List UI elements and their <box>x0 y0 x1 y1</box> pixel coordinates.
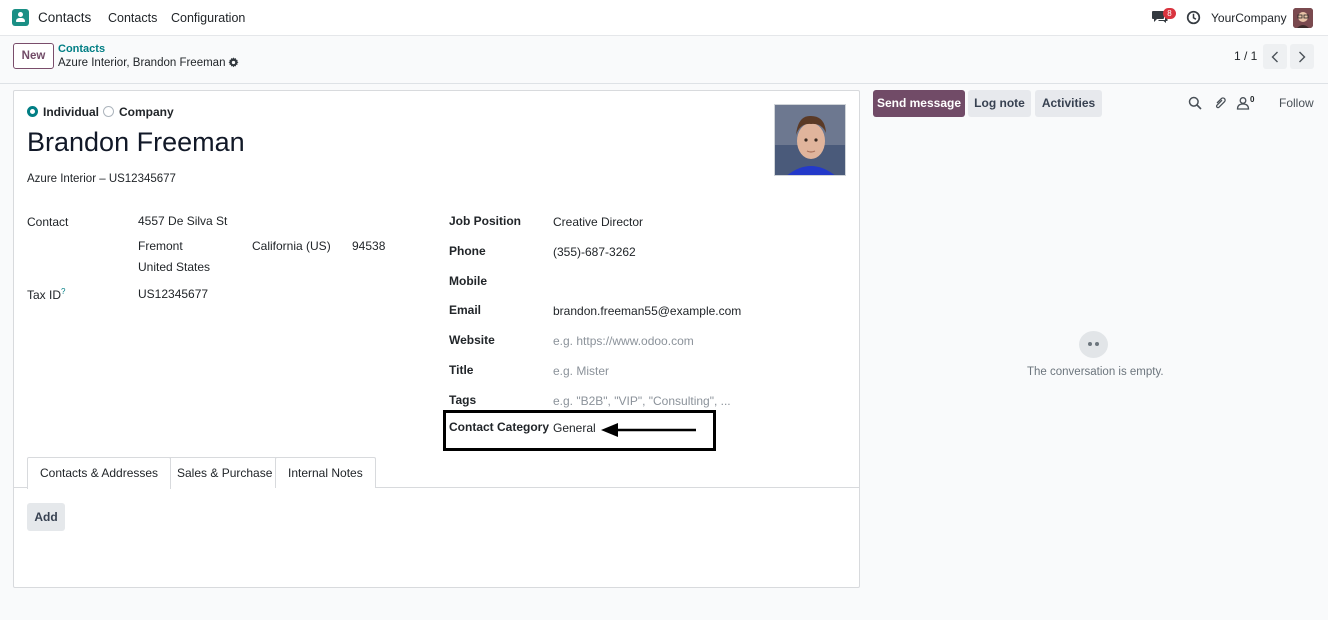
send-message-button[interactable]: Send message <box>873 90 965 117</box>
user-avatar[interactable] <box>1293 8 1313 28</box>
tags-field[interactable]: e.g. "B2B", "VIP", "Consulting", ... <box>553 394 731 408</box>
company-field[interactable]: Azure Interior – US12345677 <box>27 173 176 185</box>
radio-individual[interactable] <box>27 106 38 117</box>
tab-sales-purchase[interactable]: Sales & Purchase <box>164 457 286 488</box>
job-position-label: Job Position <box>449 214 521 228</box>
street-field[interactable]: 4557 De Silva St <box>138 214 227 228</box>
form-sheet <box>13 90 860 588</box>
menu-contacts[interactable]: Contacts <box>108 11 157 25</box>
app-name[interactable]: Contacts <box>38 10 91 25</box>
log-note-button[interactable]: Log note <box>968 90 1031 117</box>
arrow-left-icon <box>601 423 696 437</box>
chevron-right-icon <box>1299 51 1306 62</box>
title-field[interactable]: e.g. Mister <box>553 364 609 378</box>
city-field[interactable]: Fremont <box>138 239 183 253</box>
radio-company-label[interactable]: Company <box>119 105 174 119</box>
pager-previous-button[interactable] <box>1263 44 1287 69</box>
breadcrumb-current-record: Azure Interior, Brandon Freeman <box>58 57 226 69</box>
tab-internal-notes[interactable]: Internal Notes <box>275 457 376 488</box>
country-field[interactable]: United States <box>138 260 210 274</box>
new-button[interactable]: New <box>13 43 54 69</box>
contact-category-label: Contact Category <box>449 420 550 434</box>
contacts-app-icon[interactable] <box>12 9 29 26</box>
control-panel-divider <box>0 83 1328 84</box>
job-position-field[interactable]: Creative Director <box>553 215 643 229</box>
breadcrumb-contacts[interactable]: Contacts <box>58 43 105 55</box>
contact-photo[interactable] <box>774 104 846 176</box>
search-icon[interactable] <box>1188 96 1202 110</box>
phone-label: Phone <box>449 244 486 258</box>
website-field[interactable]: e.g. https://www.odoo.com <box>553 334 694 348</box>
tax-id-label-text: Tax ID <box>27 288 62 302</box>
gear-icon[interactable] <box>228 57 239 68</box>
activities-button[interactable]: Activities <box>1035 90 1102 117</box>
email-field[interactable]: brandon.freeman55@example.com <box>553 304 741 318</box>
title-label: Title <box>449 363 474 377</box>
paperclip-icon[interactable] <box>1213 96 1227 110</box>
email-label: Email <box>449 303 482 317</box>
address-label: Contact <box>27 215 69 229</box>
contact-category-field[interactable]: General <box>553 421 596 435</box>
tags-label: Tags <box>449 393 477 407</box>
follower-icon[interactable] <box>1236 96 1250 110</box>
company-switcher[interactable]: YourCompany <box>1211 11 1287 25</box>
phone-field[interactable]: (355)-687-3262 <box>553 245 636 259</box>
radio-company[interactable] <box>103 106 114 117</box>
state-field[interactable]: California (US) <box>252 239 331 253</box>
chevron-left-icon <box>1271 51 1278 62</box>
tax-id-help-icon[interactable]: ? <box>61 287 65 296</box>
follower-count: 0 <box>1250 95 1255 104</box>
empty-conversation-text: The conversation is empty. <box>1027 366 1164 378</box>
mobile-label: Mobile <box>449 274 487 288</box>
tab-contacts-addresses[interactable]: Contacts & Addresses <box>27 457 172 489</box>
mobile-field[interactable] <box>553 275 733 290</box>
zip-field[interactable]: 94538 <box>352 239 385 253</box>
menu-configuration[interactable]: Configuration <box>171 11 245 25</box>
website-label: Website <box>449 333 495 347</box>
message-count-badge: 8 <box>1163 8 1176 19</box>
tax-id-label: Tax ID? <box>27 287 65 302</box>
pager-value[interactable]: 1 / 1 <box>1234 49 1257 63</box>
add-contact-button[interactable]: Add <box>27 503 65 531</box>
top-navbar: Contacts Contacts Configuration 8 YourCo… <box>0 0 1328 36</box>
tax-id-field[interactable]: US12345677 <box>138 287 208 301</box>
clock-icon[interactable] <box>1186 10 1201 25</box>
pager-next-button[interactable] <box>1290 44 1314 69</box>
contact-name-field[interactable]: Brandon Freeman <box>27 127 245 158</box>
radio-individual-label[interactable]: Individual <box>43 105 99 119</box>
empty-conversation-icon <box>1079 331 1108 358</box>
follow-button[interactable]: Follow <box>1279 96 1314 110</box>
